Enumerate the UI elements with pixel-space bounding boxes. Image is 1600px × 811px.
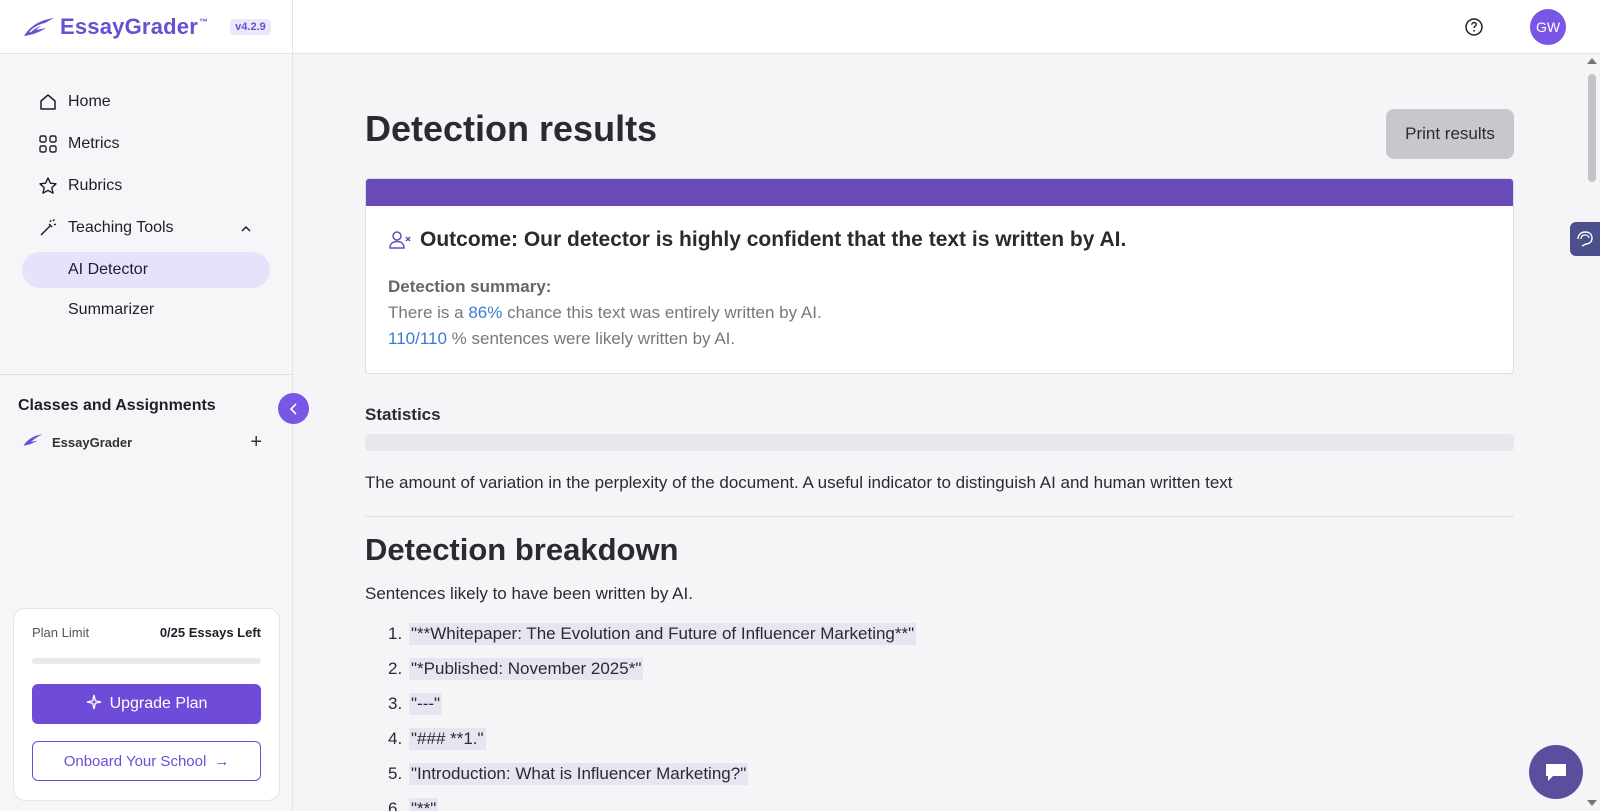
breakdown-subtitle: Sentences likely to have been written by… [365, 584, 693, 603]
arrow-right-icon: → [214, 752, 230, 770]
plan-progress-bar [32, 658, 261, 664]
breakdown-title: Detection breakdown [365, 532, 679, 567]
user-x-icon [388, 229, 412, 251]
onboard-school-button[interactable]: Onboard Your School → [32, 741, 261, 781]
plan-limit-label: Plan Limit [32, 625, 90, 640]
sidebar-item-home[interactable]: Home [22, 84, 270, 120]
sidebar-divider [0, 374, 292, 375]
collapse-sidebar-button[interactable] [278, 393, 309, 424]
home-icon [38, 92, 58, 112]
classes-title: Classes and Assignments [18, 397, 216, 414]
sidebar-item-rubrics[interactable]: Rubrics [22, 168, 270, 204]
plan-card: Plan Limit 0/25 Essays Left Upgrade Plan… [13, 608, 280, 801]
statistics-bar [365, 434, 1514, 451]
version-badge: v4.2.9 [230, 18, 271, 35]
topbar: GW [293, 0, 1600, 54]
sentence-text: "---" [409, 692, 443, 715]
sentence-text: "Introduction: What is Influencer Market… [409, 762, 749, 785]
add-class-icon[interactable]: + [250, 432, 262, 452]
brand-name[interactable]: EssayGrader™ [60, 14, 208, 40]
essaygrader-logo-icon [22, 433, 44, 452]
sidebar-item-label: Rubrics [68, 177, 123, 194]
sidebar-item-label: Teaching Tools [68, 219, 174, 236]
sidebar-item-label: Metrics [68, 135, 120, 152]
scrollbar-thumb[interactable] [1588, 74, 1596, 182]
list-item: 3. "---" [388, 692, 443, 715]
plan-limit-value: 0/25 Essays Left [159, 625, 261, 640]
list-item: 6. "**" [388, 791, 916, 811]
outcome-heading: Outcome: Our detector is highly confiden… [420, 228, 1127, 251]
help-icon[interactable] [1464, 17, 1484, 37]
upgrade-plan-label: Upgrade Plan [109, 695, 208, 712]
sidebar-subitem-summarizer[interactable]: Summarizer [22, 292, 270, 328]
ai-chance-value: 86% [468, 303, 503, 322]
chat-button[interactable] [1529, 745, 1583, 799]
sidebar-nav: Home Metrics Rubrics Teaching Tools AI D… [0, 54, 292, 328]
magic-wand-icon [38, 218, 58, 238]
detection-summary-label: Detection summary: [388, 277, 552, 296]
avatar[interactable]: GW [1530, 9, 1566, 45]
outcome-card: Outcome: Our detector is highly confiden… [365, 178, 1514, 374]
list-item: 2. "*Published: November 2025*" [388, 657, 644, 680]
grid-icon [38, 134, 58, 154]
class-item[interactable]: EssayGrader + [22, 430, 262, 454]
brain-icon [1577, 231, 1593, 247]
sidebar-item-label: Home [68, 93, 111, 110]
side-widget-tab[interactable] [1570, 222, 1600, 256]
section-divider [365, 516, 1514, 517]
sidebar: EssayGrader™ v4.2.9 Home Metrics Rubrics… [0, 0, 293, 811]
breakdown-list: 1. "**Whitepaper: The Evolution and Futur… [388, 616, 917, 811]
outcome-card-header-bar [366, 179, 1513, 206]
list-item: 5. "Introduction: What is Influencer Mark… [388, 762, 749, 785]
sentence-text: "**Whitepaper: The Evolution and Future … [409, 622, 917, 645]
statistics-description: The amount of variation in the perplexit… [365, 473, 1233, 492]
detection-summary: Detection summary: There is a 86% chance… [388, 274, 1513, 352]
class-name: EssayGrader [52, 434, 133, 450]
sentence-text: "### **1." [409, 727, 486, 750]
upgrade-plan-button[interactable]: Upgrade Plan [32, 684, 261, 724]
scroll-down-icon[interactable] [1587, 800, 1597, 806]
onboard-school-label: Onboard Your School [63, 752, 207, 770]
sentence-text: "**" [409, 797, 439, 811]
chevron-up-icon[interactable] [240, 222, 252, 234]
page-title: Detection results [365, 108, 658, 149]
chat-bubble-icon [1546, 764, 1566, 781]
summary-line-2: 110/110 % sentences were likely written … [388, 329, 736, 348]
statistics-title: Statistics [365, 405, 441, 424]
main-scrollbar[interactable] [1583, 54, 1600, 811]
print-results-button[interactable]: Print results [1386, 109, 1514, 159]
summary-line-1: There is a 86% chance this text was enti… [388, 303, 822, 322]
sidebar-item-metrics[interactable]: Metrics [22, 126, 270, 162]
essaygrader-logo-icon[interactable] [22, 16, 56, 38]
star-icon [38, 176, 58, 196]
ai-sentences-value: 110/110 [388, 329, 447, 348]
scroll-up-icon[interactable] [1587, 58, 1597, 64]
chevron-left-icon [289, 402, 297, 415]
sentence-text: "*Published: November 2025*" [409, 657, 644, 680]
sidebar-subitem-ai-detector[interactable]: AI Detector [22, 252, 270, 288]
list-item: 1. "**Whitepaper: The Evolution and Futur… [388, 622, 917, 645]
list-item: 4. "### **1." [388, 727, 486, 750]
main-content: Detection results Print results Outcome:… [293, 54, 1583, 811]
sidebar-item-teaching-tools[interactable]: Teaching Tools [22, 210, 270, 246]
sparkle-icon [86, 694, 102, 715]
brand: EssayGrader™ v4.2.9 [0, 0, 292, 54]
